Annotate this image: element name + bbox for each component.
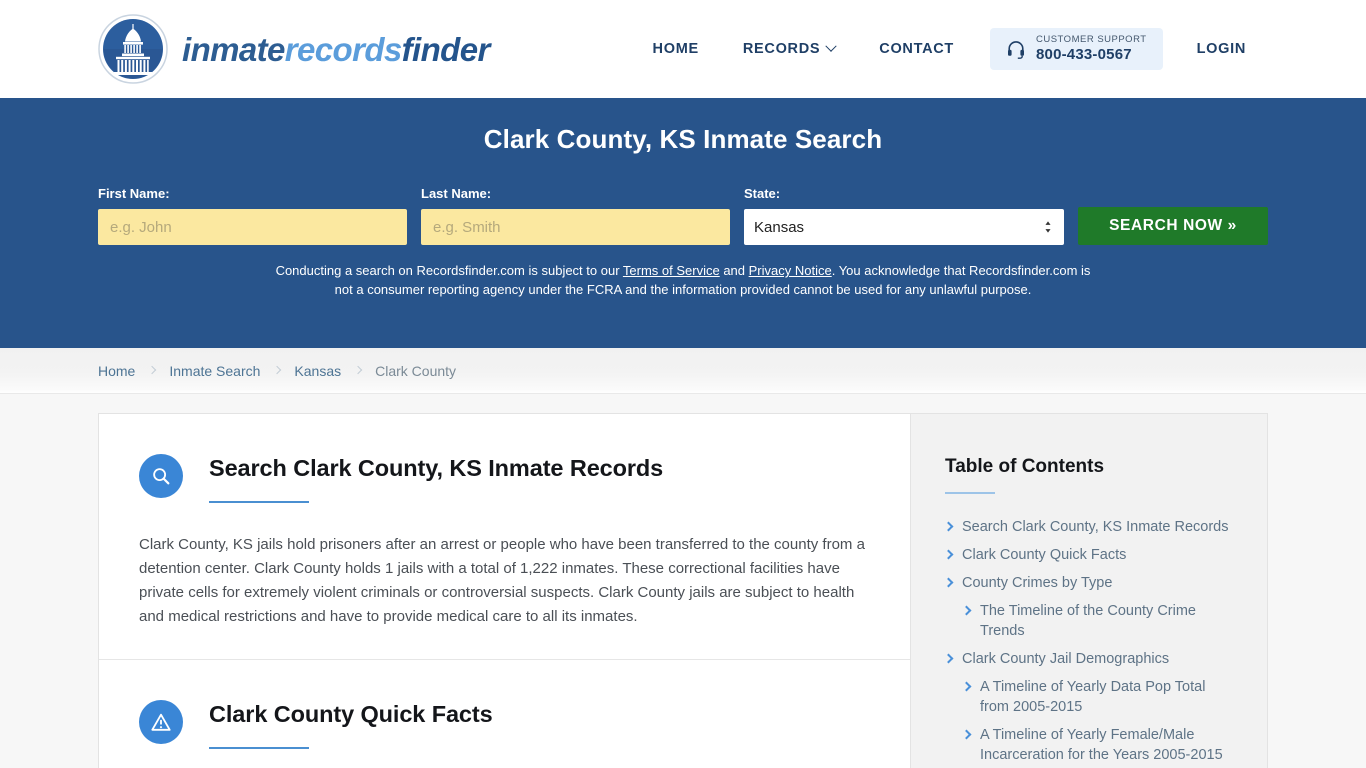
last-name-label: Last Name: [421, 186, 492, 201]
chevron-down-icon [825, 40, 837, 52]
main-content: Search Clark County, KS Inmate Records C… [99, 414, 911, 768]
nav-item-contact-label: CONTACT [879, 40, 954, 57]
toc-link-county-crimes[interactable]: County Crimes by Type [943, 573, 1237, 593]
site-logo[interactable]: inmaterecordsfinder [98, 14, 490, 84]
site-header: inmaterecordsfinder HOME RECORDS CONTACT… [0, 0, 1366, 98]
chevron-right-icon [943, 577, 954, 588]
inmate-search-form: First Name: Last Name: State: Kansas [98, 186, 1268, 245]
section-body-search-records: Clark County, KS jails hold prisoners af… [139, 536, 865, 625]
disclaimer-mid: and [719, 263, 749, 278]
state-select-wrapper: Kansas [744, 209, 1064, 245]
brand-part-finder: finder [401, 30, 491, 68]
toc-item: Search Clark County, KS Inmate Records [943, 517, 1237, 537]
headset-icon [1006, 39, 1026, 59]
nav-item-records-label: RECORDS [742, 40, 821, 57]
breadcrumb-item-kansas[interactable]: Kansas [294, 363, 341, 379]
search-disclaimer: Conducting a search on Recordsfinder.com… [276, 262, 1091, 299]
support-text: CUSTOMER SUPPORT 800-433-0567 [1035, 33, 1147, 63]
support-label: CUSTOMER SUPPORT [1035, 33, 1147, 45]
table-of-contents: Table of Contents Search Clark County, K… [911, 414, 1267, 768]
section-title-box: Search Clark County, KS Inmate Records [209, 452, 663, 503]
title-underline [209, 501, 309, 503]
chevron-right-icon [273, 365, 282, 375]
toc-link-jail-demographics[interactable]: Clark County Jail Demographics [943, 649, 1237, 669]
first-name-label: First Name: [98, 186, 170, 201]
toc-item-label: The Timeline of the County Crime Trends [980, 603, 1196, 639]
privacy-notice-link[interactable]: Privacy Notice [749, 263, 832, 278]
title-underline [209, 747, 309, 749]
toc-item-label: Search Clark County, KS Inmate Records [962, 519, 1229, 535]
toc-link-crime-trends[interactable]: The Timeline of the County Crime Trends [961, 601, 1237, 641]
toc-link-quick-facts[interactable]: Clark County Quick Facts [943, 545, 1237, 565]
warning-triangle-icon [139, 700, 183, 744]
toc-link-pop-total-timeline[interactable]: A Timeline of Yearly Data Pop Total from… [961, 677, 1237, 717]
chevron-right-icon [943, 653, 954, 664]
section-search-records: Search Clark County, KS Inmate Records C… [99, 414, 910, 659]
section-title-quick-facts: Clark County Quick Facts [209, 701, 493, 727]
disclaimer-part-1: Conducting a search on Recordsfinder.com… [275, 263, 623, 278]
toc-item: A Timeline of Yearly Data Pop Total from… [961, 677, 1237, 717]
brand-wordmark: inmaterecordsfinder [182, 33, 490, 66]
nav-item-records[interactable]: RECORDS [721, 33, 857, 65]
content-layout: Search Clark County, KS Inmate Records C… [98, 413, 1268, 768]
section-title-search-records: Search Clark County, KS Inmate Records [209, 455, 664, 481]
state-label: State: [744, 186, 781, 201]
section-header: Clark County Quick Facts [139, 698, 870, 749]
chevron-right-icon [943, 521, 954, 532]
brand-part-records: records [284, 30, 402, 68]
last-name-field-group: Last Name: [421, 186, 730, 245]
toc-item: A Timeline of Yearly Female/Male Incarce… [961, 725, 1237, 765]
toc-item-label: Clark County Quick Facts [962, 547, 1127, 563]
chevron-right-icon [353, 365, 363, 375]
nav-item-login[interactable]: LOGIN [1175, 33, 1268, 65]
hero-search-section: Clark County, KS Inmate Search First Nam… [0, 98, 1366, 348]
chevron-right-icon [961, 681, 972, 692]
breadcrumb-item-home[interactable]: Home [98, 363, 135, 379]
brand-part-inmate: inmate [182, 30, 285, 68]
toc-link-female-male-timeline[interactable]: A Timeline of Yearly Female/Male Incarce… [961, 725, 1237, 765]
chevron-right-icon [961, 729, 972, 740]
toc-item-label: County Crimes by Type [962, 575, 1113, 591]
chevron-right-icon [961, 605, 972, 616]
toc-item: County Crimes by Type [943, 573, 1237, 593]
toc-item: Clark County Quick Facts [943, 545, 1237, 565]
toc-item: The Timeline of the County Crime Trends [961, 601, 1237, 641]
customer-support-button[interactable]: CUSTOMER SUPPORT 800-433-0567 [989, 27, 1163, 71]
state-select[interactable]: Kansas [744, 209, 1064, 245]
toc-list: Search Clark County, KS Inmate Records C… [943, 517, 1237, 765]
section-quick-facts: Clark County Quick Facts [99, 659, 910, 768]
capitol-dome-icon [98, 14, 168, 84]
first-name-field-group: First Name: [98, 186, 407, 245]
toc-title: Table of Contents [945, 456, 1105, 477]
breadcrumb-item-current: Clark County [375, 362, 457, 379]
section-title-box: Clark County Quick Facts [209, 698, 493, 749]
support-phone-number: 800-433-0567 [1035, 45, 1132, 63]
last-name-input[interactable] [421, 209, 730, 245]
search-now-button[interactable]: SEARCH NOW » [1078, 207, 1268, 245]
chevron-right-icon [148, 365, 157, 375]
toc-item: Clark County Jail Demographics [943, 649, 1237, 669]
state-field-group: State: Kansas [744, 186, 1064, 245]
toc-item-label: A Timeline of Yearly Female/Male Incarce… [980, 727, 1223, 763]
nav-item-home[interactable]: HOME [631, 33, 721, 65]
page-body: Search Clark County, KS Inmate Records C… [0, 394, 1366, 768]
nav-item-home-label: HOME [652, 40, 699, 57]
nav-item-contact[interactable]: CONTACT [857, 33, 976, 65]
toc-underline [945, 492, 995, 494]
page-title: Clark County, KS Inmate Search [483, 124, 883, 154]
toc-item-label: Clark County Jail Demographics [962, 651, 1170, 667]
toc-item-label: A Timeline of Yearly Data Pop Total from… [980, 679, 1206, 715]
breadcrumb-item-inmate-search[interactable]: Inmate Search [169, 363, 260, 379]
breadcrumb: Home Inmate Search Kansas Clark County [0, 348, 1366, 394]
chevron-right-icon [943, 549, 954, 560]
toc-link-search-records[interactable]: Search Clark County, KS Inmate Records [943, 517, 1237, 537]
first-name-input[interactable] [98, 209, 407, 245]
main-navigation: HOME RECORDS CONTACT CUSTOMER SUPPORT 80… [631, 27, 1268, 71]
magnifier-icon [139, 454, 183, 498]
terms-of-service-link[interactable]: Terms of Service [623, 263, 720, 278]
section-header: Search Clark County, KS Inmate Records [139, 452, 870, 503]
